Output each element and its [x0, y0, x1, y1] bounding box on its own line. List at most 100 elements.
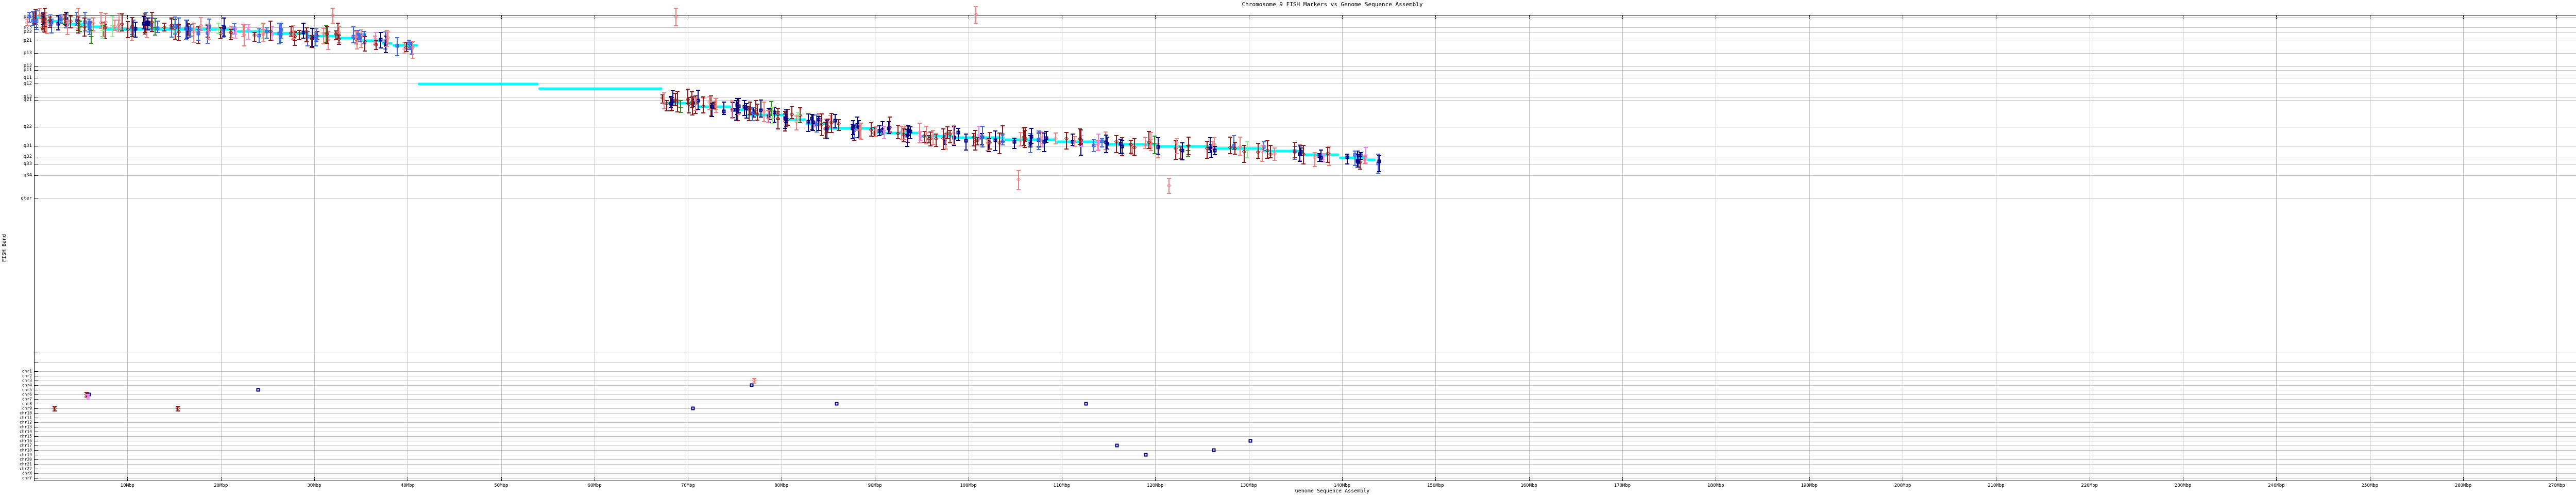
error-bar-cap [76, 32, 80, 34]
error-bar-cap [744, 103, 749, 104]
fish-marker-chart: Chromosome 9 FISH Markers vs Genome Sequ… [0, 0, 2576, 495]
error-bar-cap [133, 22, 138, 23]
error-bar-cap [1232, 135, 1236, 136]
error-bar-cap [395, 37, 399, 38]
error-bar-cap [1037, 130, 1041, 131]
error-bar-cap [1156, 157, 1160, 158]
error-bar-cap [1104, 152, 1108, 153]
marker-lanl-plus [1247, 148, 1248, 153]
error-bar-cap [1016, 170, 1021, 171]
error-bar-cap [1213, 146, 1217, 147]
error-bar-cap [65, 34, 70, 35]
x-gridline [2556, 15, 2557, 481]
error-bar-cap [1265, 158, 1269, 159]
chrom-label: chr16 [2, 439, 32, 443]
marker-nci-square [87, 23, 91, 26]
error-bar-cap [693, 110, 698, 111]
error-bar-cap [1299, 147, 1303, 148]
error-bar-cap [89, 43, 93, 44]
chrom-label: chr1 [2, 369, 32, 374]
error-bar-cap [686, 89, 690, 90]
error-bar-cap [411, 58, 415, 59]
error-bar-cap [184, 39, 188, 40]
error-bar-cap [1064, 148, 1069, 150]
x-tick-label: 80Mbp [774, 483, 788, 488]
error-bar-cap [1132, 155, 1137, 156]
marker-fhcrc-square [1144, 453, 1148, 457]
error-bar-cap [242, 45, 246, 46]
error-bar-cap [156, 21, 160, 22]
error-bar-cap [934, 134, 938, 135]
chrom-label: chr11 [2, 416, 32, 420]
fish-band-label: qter [2, 196, 32, 201]
legend-label-rpci: RPCI [2566, 35, 2576, 40]
error-bar-cap [1129, 153, 1133, 154]
error-bar-cap [63, 14, 67, 15]
x-tick-label: 180Mbp [1707, 483, 1724, 488]
error-bar-cap [1092, 151, 1096, 152]
chrom-label: chr15 [2, 434, 32, 439]
error-bar-cap [851, 120, 855, 121]
error-bar-cap [310, 28, 314, 29]
x-tick-label: 20Mbp [214, 483, 228, 488]
error-bar-cap [1120, 140, 1124, 141]
marker-nci-square [35, 19, 39, 23]
error-bar-cap [1262, 141, 1266, 142]
error-bar-cap [1313, 152, 1317, 153]
error-bar-cap [120, 30, 124, 31]
error-bar-cap [1120, 153, 1124, 154]
error-bar-cap [796, 121, 800, 122]
error-bar-cap [665, 110, 669, 111]
marker-csmc-diamond [952, 131, 956, 135]
error-bar-cap [769, 101, 773, 102]
marker-lanl-plus [772, 116, 773, 121]
error-bar-cap [722, 102, 726, 103]
error-bar-cap [1242, 145, 1246, 146]
error-bar-cap [207, 19, 211, 20]
fish-band-label: q33 [2, 161, 32, 167]
marker-fhcrc-square [1042, 140, 1046, 143]
error-bar-cap [1327, 165, 1331, 166]
error-bar-cap [402, 53, 406, 54]
error-bar-cap [49, 32, 54, 34]
error-bar-cap [730, 118, 734, 119]
error-bar-cap [1042, 151, 1046, 152]
error-bar-cap [82, 36, 87, 37]
x-tick-label: 30Mbp [308, 483, 321, 488]
error-bar-cap [737, 112, 741, 113]
error-bar-cap [59, 23, 63, 24]
error-bar [774, 107, 775, 122]
error-bar-cap [1073, 146, 1077, 147]
error-bar-cap [1029, 143, 1033, 144]
error-bar-cap [674, 25, 678, 26]
error-bar-cap [928, 145, 933, 146]
marker-fhcrc-square [1115, 444, 1118, 448]
marker-fhcrc-square [835, 402, 838, 406]
error-bar-cap [306, 45, 310, 46]
x-tick-label: 40Mbp [401, 483, 415, 488]
error-bar-cap [199, 17, 203, 18]
error-bar-cap [45, 33, 49, 34]
error-bar-cap [310, 47, 314, 48]
marker-fhcrc-square [710, 105, 714, 109]
x-tick-label: 110Mbp [1054, 483, 1071, 488]
y-gridline [34, 100, 2576, 101]
error-bar-cap [104, 13, 108, 14]
error-bar-cap [986, 139, 990, 140]
error-bar-cap [222, 18, 226, 19]
marker-nci-square [184, 27, 188, 31]
chrom-label: chr22 [2, 467, 32, 471]
error-bar-cap [241, 24, 245, 25]
x-gridline [1529, 15, 1530, 481]
chrom-label: chr12 [2, 420, 32, 425]
y-tick-left [34, 413, 38, 414]
error-bar-cap [767, 108, 771, 109]
error-bar-cap [707, 96, 711, 97]
x-tick-label: 60Mbp [588, 483, 602, 488]
error-bar-cap [817, 130, 821, 131]
marker-sc-diamond [53, 406, 57, 410]
error-bar-cap [1129, 140, 1133, 141]
error-bar-cap [1245, 157, 1249, 158]
error-bar-cap [696, 90, 700, 91]
marker-csmc-diamond [974, 12, 978, 16]
